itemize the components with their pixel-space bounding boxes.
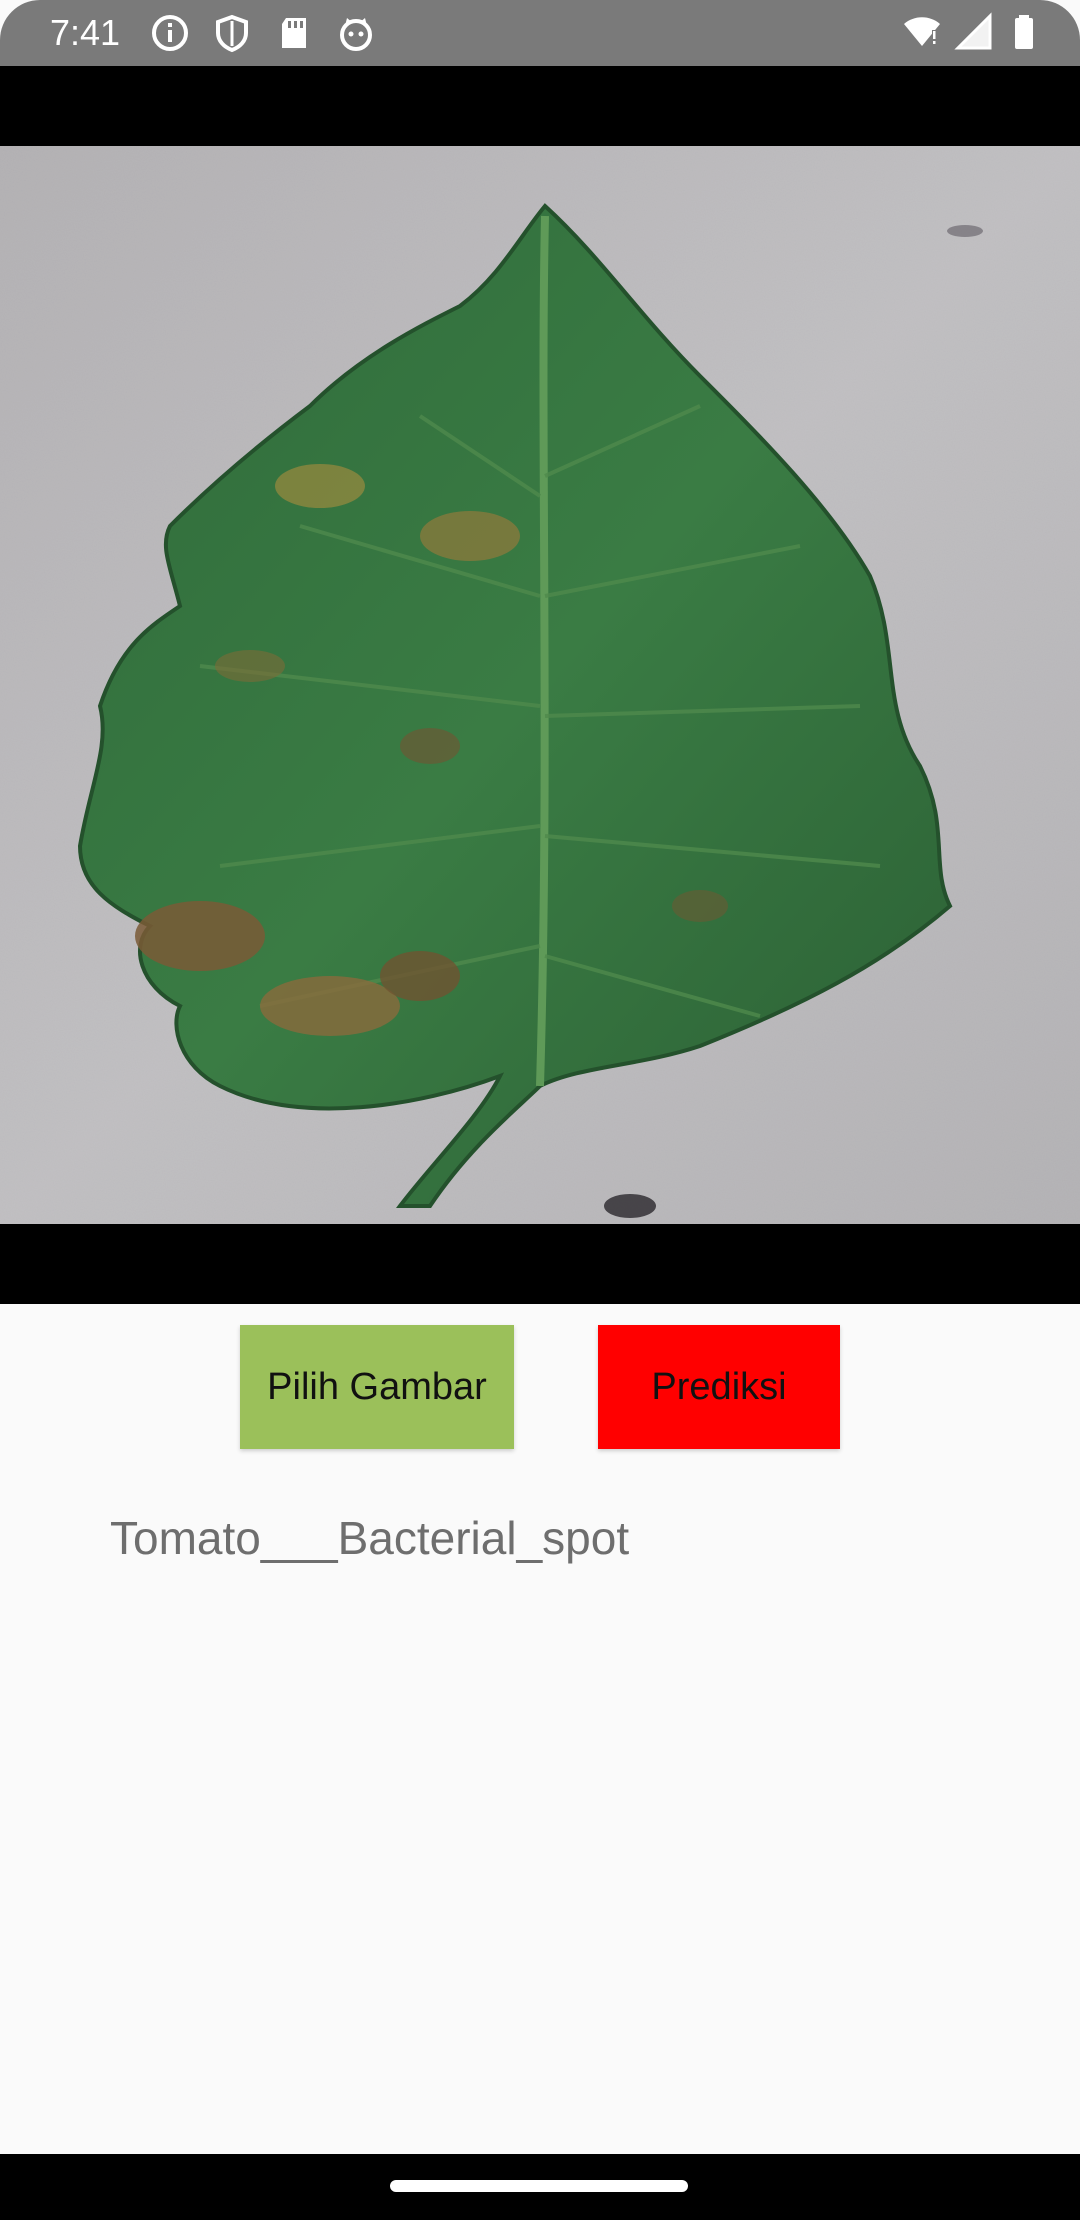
leaf-photo <box>0 146 1080 1224</box>
predict-button[interactable]: Prediksi <box>598 1325 840 1449</box>
status-bar: 7:41 <box>0 0 1080 66</box>
pick-image-button[interactable]: Pilih Gambar <box>240 1325 514 1449</box>
home-gesture-handle[interactable] <box>390 2180 688 2192</box>
prediction-result: Tomato___Bacterial_spot <box>110 1512 630 1564</box>
navigation-bar <box>0 2154 1080 2220</box>
status-time: 7:41 <box>50 12 121 53</box>
cat-icon <box>340 18 372 51</box>
sd-card-icon <box>282 18 306 48</box>
shield-icon <box>216 14 248 53</box>
app-screen: 7:41 Pilih Gambar Prediksi Tomato___Bact… <box>0 0 1080 2220</box>
status-icons-right <box>902 12 1046 52</box>
image-preview <box>0 66 1080 1304</box>
wifi-icon <box>904 17 940 46</box>
signal-icon <box>954 12 992 50</box>
info-icon <box>152 15 188 51</box>
battery-icon <box>1015 15 1033 49</box>
status-icons-left <box>150 14 376 53</box>
